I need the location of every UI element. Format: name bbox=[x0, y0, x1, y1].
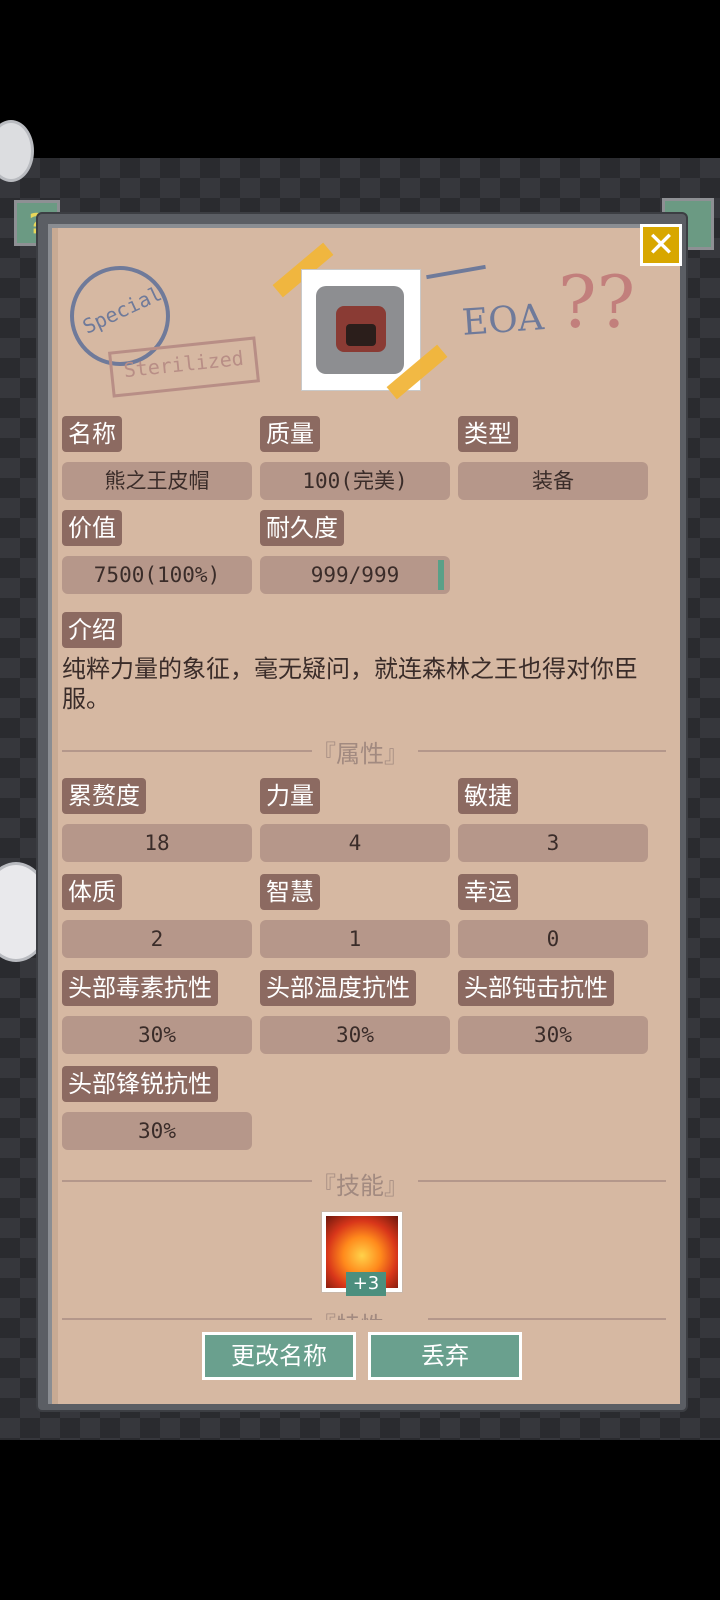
stamp-text-top: Special bbox=[78, 281, 166, 339]
traits-title-partial: 『特性』 bbox=[312, 1306, 408, 1320]
skill-level-badge: +3 bbox=[346, 1272, 386, 1296]
attr-value: 1 bbox=[260, 920, 450, 958]
question-marks-decoration: ?? bbox=[558, 260, 636, 344]
traits-divider-right bbox=[428, 1318, 666, 1320]
attr-label: 力量 bbox=[260, 778, 320, 814]
bear-hat-icon bbox=[316, 286, 404, 374]
attr-value: 30% bbox=[260, 1016, 450, 1054]
skills-title: 『技能』 bbox=[312, 1172, 408, 1200]
attr-label: 头部钝击抗性 bbox=[458, 970, 614, 1006]
attributes-title: 『属性』 bbox=[312, 740, 408, 768]
skills-divider-left bbox=[62, 1180, 312, 1182]
attr-value: 30% bbox=[62, 1112, 252, 1150]
attr-label: 累赘度 bbox=[62, 778, 146, 814]
attr-value: 2 bbox=[62, 920, 252, 958]
discard-button[interactable]: 丢弃 bbox=[368, 1332, 522, 1380]
durability-bar bbox=[438, 560, 444, 590]
attr-label: 头部锋锐抗性 bbox=[62, 1066, 218, 1102]
intro-text: 纯粹力量的象征，毫无疑问，就连森林之王也得对你臣服。 bbox=[62, 655, 638, 713]
value-value: 7500(100%) bbox=[62, 556, 252, 594]
type-value: 装备 bbox=[458, 462, 648, 500]
value-label: 价值 bbox=[62, 510, 122, 546]
attr-label: 头部毒素抗性 bbox=[62, 970, 218, 1006]
skill-slot[interactable]: +3 bbox=[322, 1212, 402, 1296]
attr-label: 头部温度抗性 bbox=[260, 970, 416, 1006]
item-portrait bbox=[302, 270, 420, 390]
name-label: 名称 bbox=[62, 416, 122, 452]
attr-label: 幸运 bbox=[458, 874, 518, 910]
attr-value: 4 bbox=[260, 824, 450, 862]
attr-label: 智慧 bbox=[260, 874, 320, 910]
attr-label: 体质 bbox=[62, 874, 122, 910]
durability-text: 999/999 bbox=[310, 563, 400, 587]
durability-value: 999/999 bbox=[260, 556, 450, 594]
close-icon: ✕ bbox=[646, 225, 676, 265]
type-label: 类型 bbox=[458, 416, 518, 452]
attr-value: 3 bbox=[458, 824, 648, 862]
durability-label: 耐久度 bbox=[260, 510, 344, 546]
attr-value: 18 bbox=[62, 824, 252, 862]
eoa-stamp: EOA bbox=[460, 297, 546, 344]
attributes-divider-right bbox=[418, 750, 666, 752]
attr-label: 敏捷 bbox=[458, 778, 518, 814]
attr-value: 0 bbox=[458, 920, 648, 958]
traits-divider-left bbox=[62, 1318, 312, 1320]
attributes-divider-left bbox=[62, 750, 312, 752]
quality-value: 100(完美) bbox=[260, 462, 450, 500]
attr-value: 30% bbox=[458, 1016, 648, 1054]
rename-button[interactable]: 更改名称 bbox=[202, 1332, 356, 1380]
close-button[interactable]: ✕ bbox=[640, 224, 682, 266]
skills-divider-right bbox=[418, 1180, 666, 1182]
quality-label: 质量 bbox=[260, 416, 320, 452]
attr-value: 30% bbox=[62, 1016, 252, 1054]
intro-label: 介绍 bbox=[62, 612, 122, 648]
name-value: 熊之王皮帽 bbox=[62, 462, 252, 500]
